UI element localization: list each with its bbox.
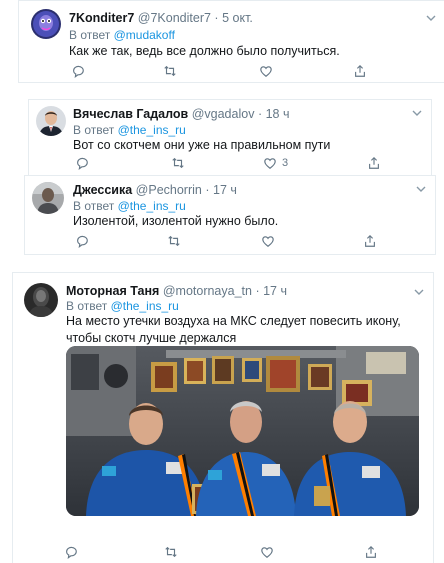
tweet-card[interactable]: Джессика @Pechorrin · 17 ч В ответ @the_…	[24, 175, 436, 255]
reply-prefix: В ответ	[66, 299, 108, 313]
reply-context: В ответ @the_ins_ru	[66, 298, 179, 314]
share-icon	[369, 156, 379, 169]
retweet-icon	[164, 65, 176, 77]
display-name[interactable]: Моторная Таня	[66, 284, 159, 298]
like-button[interactable]	[259, 63, 278, 79]
user-avatar[interactable]	[36, 106, 66, 136]
share-icon	[366, 545, 376, 558]
timestamp[interactable]: 17 ч	[213, 183, 237, 197]
chevron-down-icon[interactable]	[411, 108, 423, 118]
chevron-down-icon[interactable]	[413, 287, 425, 297]
retweet-icon	[172, 157, 184, 169]
dark-photo-avatar-icon	[24, 283, 58, 317]
share-button[interactable]	[363, 233, 377, 249]
reply-icon	[66, 546, 77, 559]
person-photo-avatar-icon	[32, 182, 64, 214]
like-count: 3	[282, 157, 289, 169]
reply-icon	[73, 65, 84, 78]
retweet-button[interactable]	[167, 233, 181, 249]
reply-prefix: В ответ	[73, 199, 115, 213]
reply-prefix: В ответ	[73, 123, 115, 137]
tweet-text: На место утечки воздуха на МКС следует п…	[66, 314, 401, 345]
tweet-header: 7Konditer7 @7Konditer7 · 5 окт.	[69, 10, 253, 26]
tweet-card[interactable]: Вячеслав Гадалов @vgadalov · 18 ч В отве…	[28, 99, 432, 177]
reply-context: В ответ @the_ins_ru	[73, 198, 186, 214]
tweet-actions	[75, 233, 395, 249]
display-name[interactable]: Вячеслав Гадалов	[73, 107, 188, 121]
reply-icon	[77, 235, 88, 248]
timestamp[interactable]: 17 ч	[263, 284, 287, 298]
user-avatar[interactable]	[31, 9, 61, 39]
display-name[interactable]: 7Konditer7	[69, 11, 134, 25]
tweet-actions: 3	[75, 155, 395, 171]
reply-mention-link[interactable]: @the_ins_ru	[118, 199, 186, 213]
display-name[interactable]: Джессика	[73, 183, 132, 197]
heart-icon	[264, 158, 276, 169]
share-icon	[365, 234, 375, 247]
separator-dot: ·	[255, 284, 260, 298]
share-icon	[355, 64, 365, 77]
user-handle[interactable]: @7Konditer7	[138, 11, 211, 25]
retweet-button[interactable]	[163, 63, 177, 79]
separator-dot: ·	[214, 11, 219, 25]
tweet-text: Как же так, ведь все должно было получит…	[69, 44, 340, 58]
man-in-suit-avatar-icon	[36, 106, 66, 136]
reply-button[interactable]	[71, 63, 85, 79]
retweet-icon	[165, 546, 177, 558]
user-handle[interactable]: @motornaya_tn	[163, 284, 252, 298]
reply-icon	[77, 157, 88, 170]
user-avatar[interactable]	[32, 182, 64, 214]
reply-context: В ответ @the_ins_ru	[73, 122, 186, 138]
heart-icon	[261, 547, 273, 558]
user-handle[interactable]: @Pechorrin	[136, 183, 202, 197]
reply-context: В ответ @mudakoff	[69, 27, 175, 43]
reply-mention-link[interactable]: @the_ins_ru	[118, 123, 186, 137]
retweet-icon	[168, 235, 180, 247]
astronauts-with-icon-photo	[66, 346, 419, 516]
chevron-down-icon[interactable]	[425, 13, 437, 23]
tweet-text: Вот со скотчем они уже на правильном пут…	[73, 138, 331, 152]
tweet-card[interactable]: 7Konditer7 @7Konditer7 · 5 окт. В ответ …	[18, 0, 444, 83]
reply-button[interactable]	[75, 233, 89, 249]
cartoon-avatar-icon	[31, 9, 61, 39]
chevron-down-icon[interactable]	[415, 184, 427, 194]
share-button[interactable]	[367, 155, 381, 171]
heart-icon	[260, 66, 272, 77]
reply-mention-link[interactable]: @mudakoff	[114, 28, 175, 42]
tweet-photo[interactable]	[66, 346, 419, 516]
tweet-text: Изолентой, изолентой нужно было.	[73, 214, 279, 228]
reply-button[interactable]	[75, 155, 89, 171]
timestamp[interactable]: 5 окт.	[222, 11, 253, 25]
reply-mention-link[interactable]: @the_ins_ru	[111, 299, 179, 313]
like-button[interactable]: 3	[263, 155, 288, 171]
heart-icon	[262, 236, 274, 247]
separator-dot: ·	[205, 183, 210, 197]
tweet-header: Джессика @Pechorrin · 17 ч	[73, 182, 237, 198]
tweet-header: Вячеслав Гадалов @vgadalov · 18 ч	[73, 106, 289, 122]
retweet-button[interactable]	[171, 155, 185, 171]
tweet-actions	[71, 63, 371, 79]
reply-prefix: В ответ	[69, 28, 111, 42]
like-button[interactable]	[261, 233, 280, 249]
share-button[interactable]	[353, 63, 367, 79]
user-avatar[interactable]	[24, 283, 58, 317]
separator-dot: ·	[257, 107, 263, 121]
user-handle[interactable]: @vgadalov	[192, 107, 255, 121]
tweet-header: Моторная Таня @motornaya_tn · 17 ч	[66, 283, 287, 299]
timestamp[interactable]: 18 ч	[266, 107, 290, 121]
